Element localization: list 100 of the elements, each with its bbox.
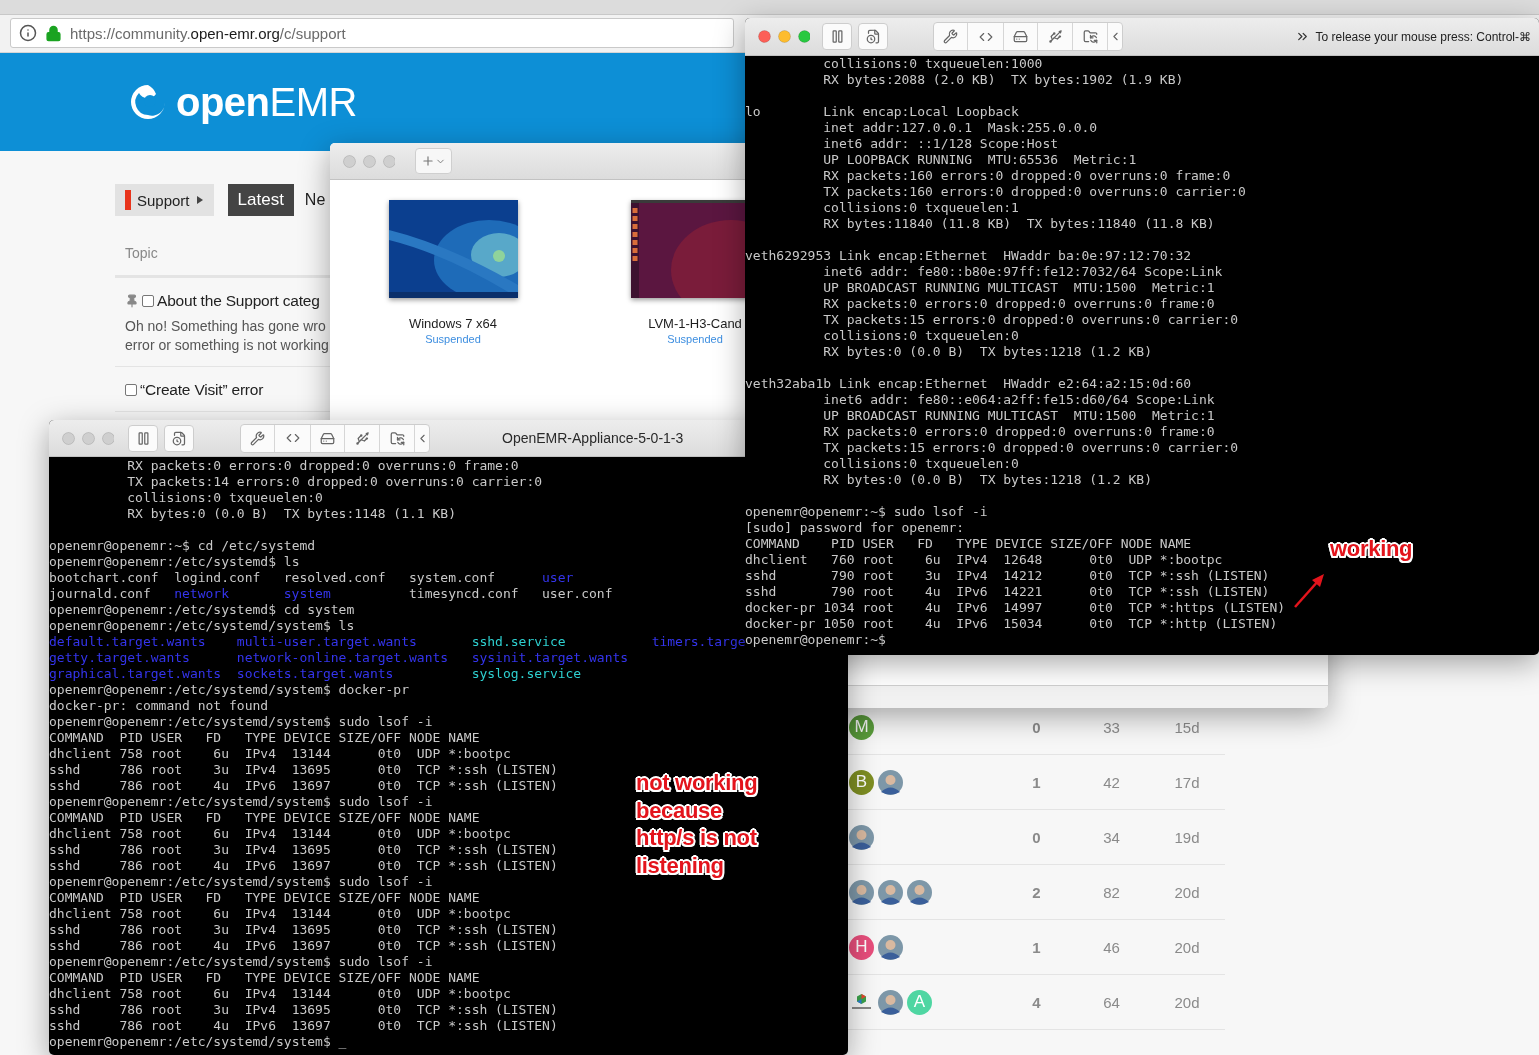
nav-tab[interactable]: Ne xyxy=(304,184,326,216)
terminal-line: TX packets:160 errors:0 dropped:0 overruns:0 carrier:0 xyxy=(822,184,1246,200)
topic-title[interactable]: “Create Visit” error xyxy=(140,380,264,400)
terminal-line: openemr@openemr:/etc/systemd/system$ sudo lsof -i xyxy=(49,714,433,730)
terminal-line: COMMAND PID USER FD TYPE DEVICE SIZE/OFF NODE NAME xyxy=(49,810,480,826)
file-name: network xyxy=(174,586,230,602)
user-avatar[interactable] xyxy=(849,879,874,905)
terminal-line: RX packets:0 errors:0 dropped:0 overruns:0 frame:0 xyxy=(822,296,1215,312)
document-clock-icon xyxy=(171,430,187,446)
usb-icon xyxy=(1047,29,1063,44)
terminal-line: [sudo] password for openemr: xyxy=(745,520,965,536)
mouse-release-hint: To release your mouse press: Control-⌘ xyxy=(1315,29,1531,44)
terminal-line: UP BROADCAST RUNNING MULTICAST MTU:1500 Metric:1 xyxy=(822,408,1215,424)
pause-button[interactable] xyxy=(128,424,158,452)
terminal-line: RX packets:0 errors:0 dropped:0 overruns:0 frame:0 xyxy=(126,458,519,474)
folder-icon xyxy=(1082,29,1098,44)
terminal-line: sshd 790 root 4u IPv6 14221 0t0 TCP *:ssh (LISTEN) xyxy=(745,584,1270,600)
user-avatar[interactable] xyxy=(878,989,903,1015)
lock-icon xyxy=(45,24,62,42)
topic-excerpt: Oh no! Something has gone wro error or something is not working xyxy=(125,317,329,355)
annotation-text: working xyxy=(1330,535,1413,563)
view-count: 33 xyxy=(1102,718,1121,736)
terminal-line: lo Link encap:Local Loopback xyxy=(745,104,1019,120)
user-avatar[interactable] xyxy=(878,769,903,795)
snapshot-button[interactable] xyxy=(164,424,194,452)
reply-count: 1 xyxy=(1031,773,1042,791)
vm-status: Suspended xyxy=(425,333,481,345)
file-name: syslog.service xyxy=(471,666,583,682)
terminal-line: docker-pr: command not found xyxy=(49,698,269,714)
terminal-line: openemr@openemr:/etc/systemd/system$ sudo lsof -i xyxy=(49,954,433,970)
checkbox[interactable] xyxy=(142,295,154,307)
hard-drive-icon xyxy=(320,430,335,446)
file-name: network-online.target.wants xyxy=(236,650,450,666)
terminal-line: sshd 790 root 3u IPv4 14212 0t0 TCP *:ssh (LISTEN) xyxy=(745,568,1270,584)
reply-count: 2 xyxy=(1031,883,1042,901)
terminal-line: sshd 786 root 4u IPv6 13697 0t0 TCP *:ssh (LISTEN) xyxy=(49,938,558,954)
terminal-line: collisions:0 txqueuelen:0 xyxy=(822,456,1019,472)
pause-icon xyxy=(829,29,845,44)
terminal-line: openemr@openemr:/etc/systemd/system$ docker-pr xyxy=(49,682,410,698)
column-header: Topic xyxy=(125,245,158,261)
file-name: timers.targe xyxy=(651,634,746,650)
activity-age: 17d xyxy=(1173,773,1201,791)
view-count: 82 xyxy=(1102,883,1121,901)
snapshot-button[interactable] xyxy=(858,23,888,50)
topic-title[interactable]: About the Support categ xyxy=(157,291,320,311)
file-name: sockets.target.wants xyxy=(236,666,395,682)
checkbox[interactable] xyxy=(125,384,137,396)
plus-icon xyxy=(421,154,435,168)
vm-name[interactable]: Windows 7 x64 xyxy=(408,316,498,331)
pause-icon xyxy=(135,430,151,446)
terminal-line: inet6 addr: fe80::e064:a2ff:fe15:d60/64 Scope:Link xyxy=(822,392,1215,408)
pause-button[interactable] xyxy=(822,23,852,50)
terminal-line: collisions:0 txqueuelen:0 xyxy=(126,490,323,506)
file-name: timesyncd.conf xyxy=(409,586,520,602)
terminal-line: sshd 786 root 4u IPv6 13697 0t0 TCP *:ssh (LISTEN) xyxy=(49,1018,558,1034)
view-count: 34 xyxy=(1102,828,1121,846)
terminal-line: RX packets:160 errors:0 dropped:0 overruns:0 frame:0 xyxy=(822,168,1231,184)
terminal-line: docker-pr 1034 root 4u IPv6 14997 0t0 TCP *:https (LISTEN) xyxy=(745,600,1286,616)
address-bar[interactable]: https://community.open-emr.org/c/support xyxy=(10,18,734,48)
letter-avatar[interactable]: B xyxy=(849,769,874,795)
file-name: system.conf xyxy=(409,570,497,586)
terminal-line: openemr@openemr:~$ cd /etc/systemd xyxy=(49,538,316,554)
file-name: multi-user.target.wants xyxy=(236,634,418,650)
file-name: journald.conf xyxy=(49,586,152,602)
user-avatar[interactable] xyxy=(907,879,932,905)
file-name: getty.target.wants xyxy=(49,650,191,666)
user-avatar[interactable] xyxy=(849,824,874,850)
user-avatar[interactable] xyxy=(878,879,903,905)
terminal-line: RX packets:0 errors:0 dropped:0 overruns:0 frame:0 xyxy=(822,424,1215,440)
reply-count: 0 xyxy=(1031,718,1042,736)
annotation-text: not working because http/s is not listening xyxy=(636,769,758,879)
terminal-line: docker-pr 1050 root 4u IPv6 15034 0t0 TCP *:http (LISTEN) xyxy=(745,616,1278,632)
folder-icon xyxy=(389,430,405,446)
document-clock-icon xyxy=(865,29,881,44)
letter-avatar[interactable]: H xyxy=(849,934,874,960)
terminal-line: inet6 addr: fe80::b80e:97ff:fe12:7032/64 Scope:Link xyxy=(822,264,1223,280)
terminal-line: TX packets:15 errors:0 dropped:0 overruns:0 carrier:0 xyxy=(822,312,1239,328)
reply-count: 1 xyxy=(1031,938,1042,956)
arrow xyxy=(1292,572,1326,610)
terminal-line: sshd 786 root 3u IPv4 13695 0t0 TCP *:ssh (LISTEN) xyxy=(49,922,558,938)
info-icon xyxy=(19,24,37,42)
view-count: 42 xyxy=(1102,773,1121,791)
window-controls[interactable] xyxy=(758,30,810,43)
terminal-line: sshd 786 root 3u IPv4 13695 0t0 TCP *:ssh (LISTEN) xyxy=(49,762,558,778)
terminal-line: dhclient 760 root 6u IPv4 12648 0t0 UDP *:bootpc xyxy=(745,552,1223,568)
vm-status: Suspended xyxy=(667,333,723,345)
terminal-line: COMMAND PID USER FD TYPE DEVICE SIZE/OFF NODE NAME xyxy=(49,890,480,906)
usb-icon xyxy=(354,430,370,446)
category-dropdown[interactable]: Support xyxy=(115,184,214,216)
view-count: 46 xyxy=(1102,938,1121,956)
nav-tab[interactable]: Latest xyxy=(227,184,294,216)
wrench-icon xyxy=(250,430,265,446)
file-name: bootchart.conf xyxy=(49,570,160,586)
terminal-line: openemr@openemr:~$ xyxy=(745,632,886,648)
user-avatar[interactable] xyxy=(878,934,903,960)
terminal-line: RX bytes:0 (0.0 B) TX bytes:1218 (1.2 KB) xyxy=(822,472,1152,488)
site-logo[interactable]: openEMR xyxy=(176,79,357,125)
terminal-line: RX bytes:0 (0.0 B) TX bytes:1218 (1.2 KB) xyxy=(822,344,1152,360)
terminal-line: RX bytes:0 (0.0 B) TX bytes:1148 (1.1 KB) xyxy=(126,506,456,522)
vm-name[interactable]: LVM-1-H3-Cand xyxy=(648,316,742,331)
